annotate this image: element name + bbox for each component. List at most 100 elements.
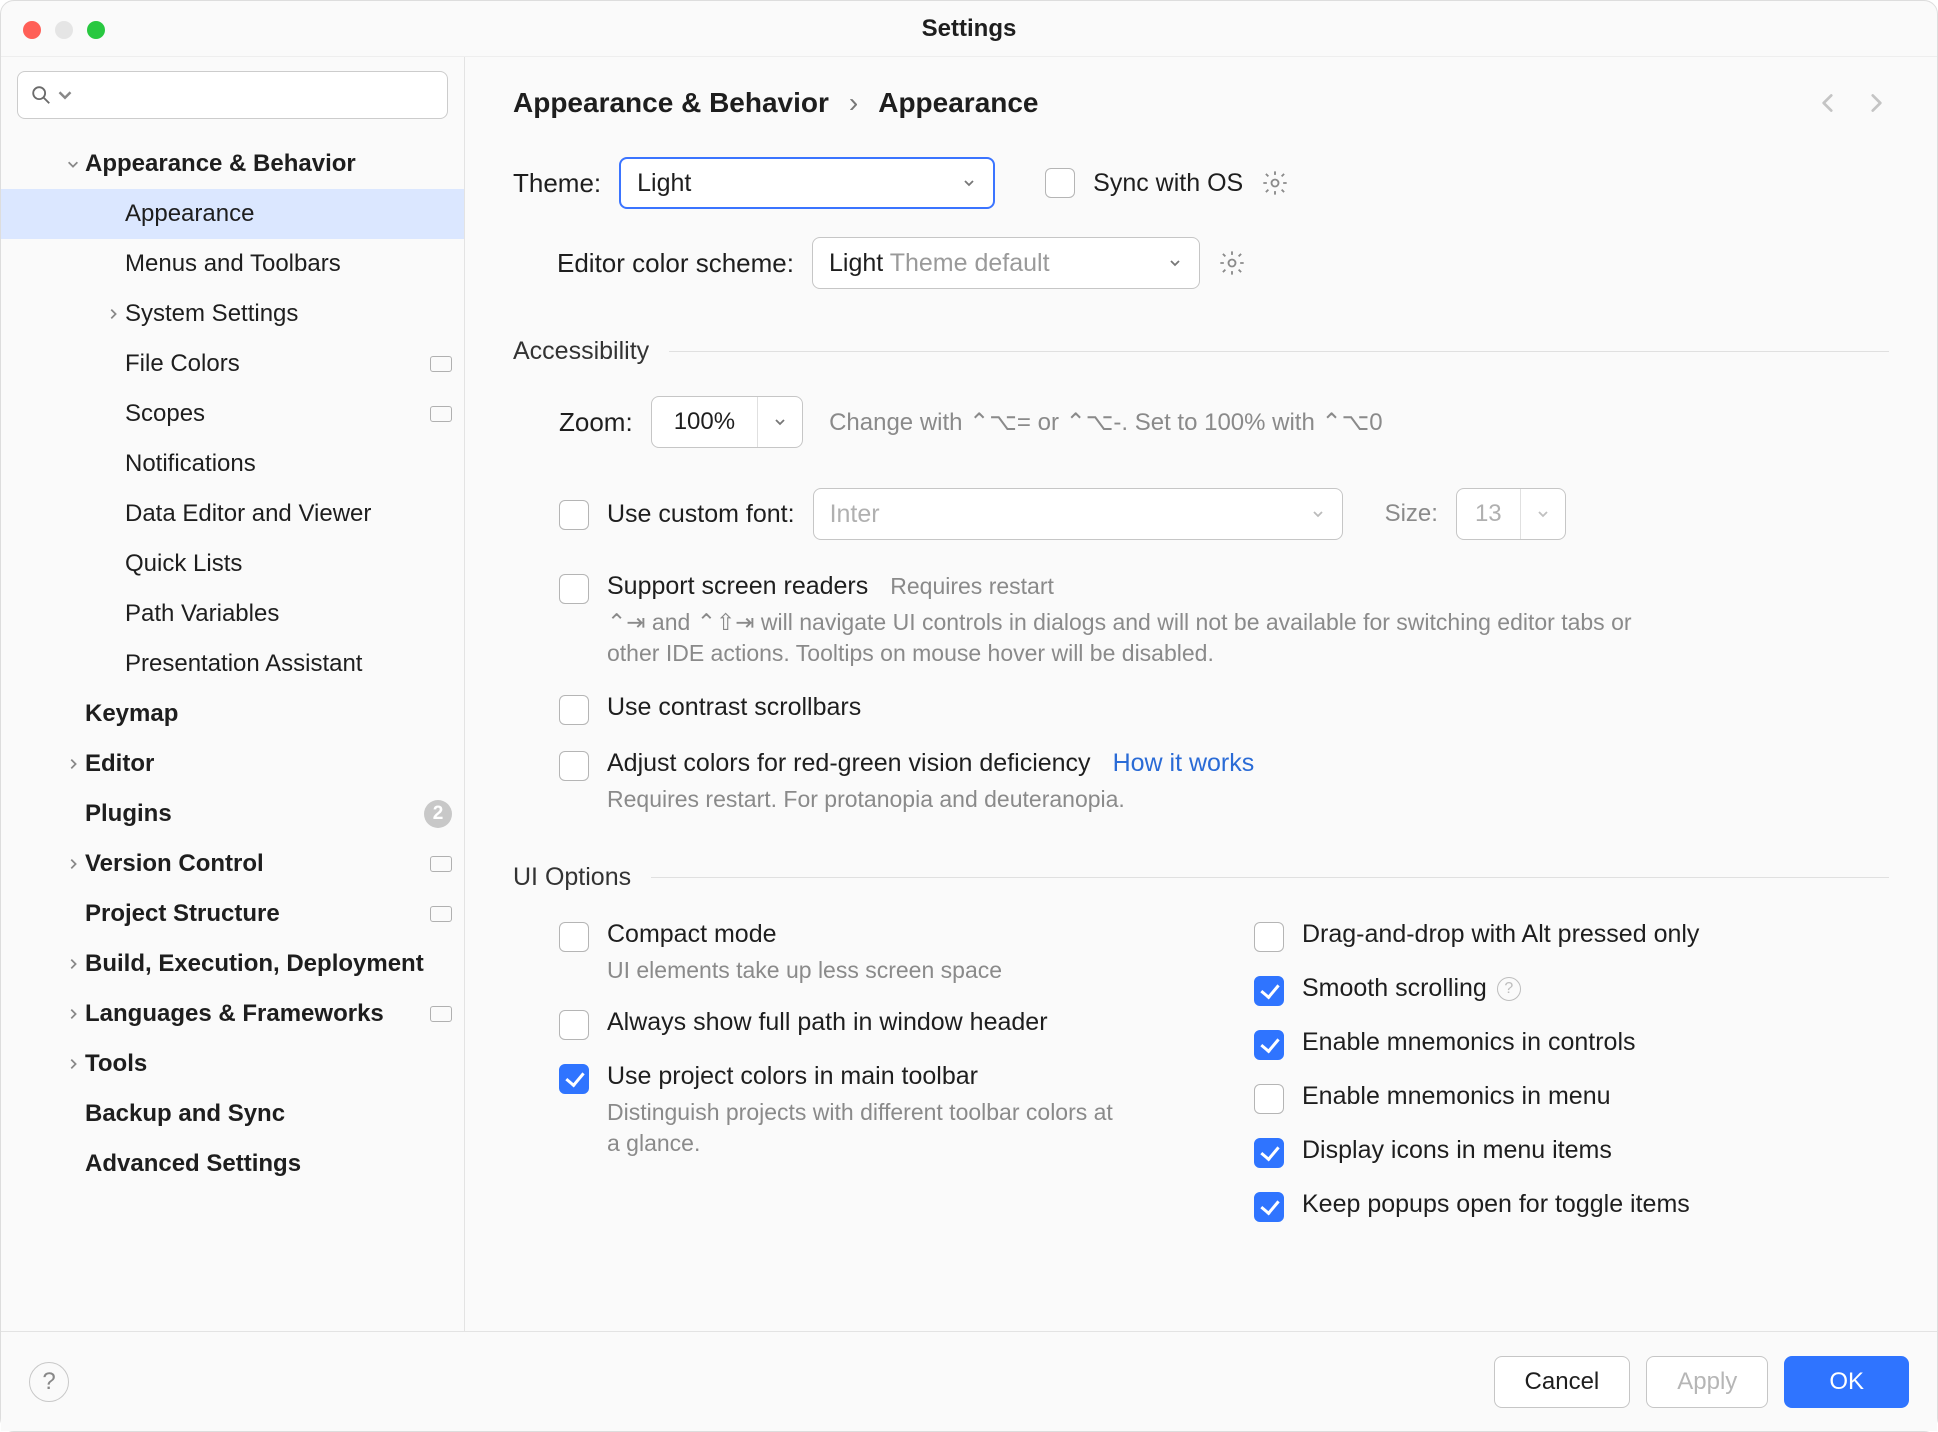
body: Appearance & Behavior Appearance Menus and…	[1, 57, 1937, 1331]
color-deficiency-link[interactable]: How it works	[1113, 749, 1255, 778]
window-title: Settings	[1, 15, 1937, 43]
sidebar-item-label: Appearance	[125, 200, 452, 228]
apply-button[interactable]: Apply	[1646, 1356, 1768, 1408]
ui-left-label-2: Use project colors in main toolbar	[607, 1062, 978, 1091]
screen-readers-desc: ⌃⇥ and ⌃⇧⇥ will navigate UI controls in …	[607, 607, 1687, 669]
sidebar-item-label: Keymap	[85, 700, 452, 728]
sidebar-item-label: Tools	[85, 1050, 452, 1078]
ui-right-checkbox-2[interactable]	[1254, 1030, 1284, 1060]
sidebar-item-system-settings[interactable]: System Settings	[1, 289, 464, 339]
color-deficiency-checkbox[interactable]	[559, 751, 589, 781]
color-deficiency-desc: Requires restart. For protanopia and deu…	[607, 784, 1254, 815]
info-icon[interactable]: ?	[1497, 977, 1521, 1001]
font-size-input[interactable]: 13	[1456, 488, 1566, 540]
sidebar-item-build-execution-deployment[interactable]: Build, Execution, Deployment	[1, 939, 464, 989]
sidebar-item-label: Notifications	[125, 450, 452, 478]
sidebar-item-scopes[interactable]: Scopes	[1, 389, 464, 439]
sidebar-item-label: Presentation Assistant	[125, 650, 452, 678]
sidebar-item-appearance-behavior[interactable]: Appearance & Behavior	[1, 139, 464, 189]
search-input[interactable]	[17, 71, 448, 119]
sidebar-item-project-structure[interactable]: Project Structure	[1, 889, 464, 939]
editor-scheme-label: Editor color scheme:	[557, 248, 794, 279]
settings-tree: Appearance & Behavior Appearance Menus and…	[1, 133, 464, 1331]
editor-scheme-select[interactable]: Light Theme default	[812, 237, 1200, 289]
ui-right-checkbox-4[interactable]	[1254, 1138, 1284, 1168]
chevron-down-icon	[961, 175, 977, 191]
zoom-select[interactable]: 100%	[651, 396, 803, 448]
theme-select[interactable]: Light	[619, 157, 995, 209]
project-scope-icon	[430, 356, 452, 372]
sidebar-item-keymap[interactable]: Keymap	[1, 689, 464, 739]
sync-os-label: Sync with OS	[1093, 169, 1243, 198]
custom-font-checkbox[interactable]	[559, 500, 589, 530]
sidebar-item-languages-frameworks[interactable]: Languages & Frameworks	[1, 989, 464, 1039]
back-icon[interactable]	[1815, 90, 1841, 116]
ui-right-checkbox-1[interactable]	[1254, 976, 1284, 1006]
sidebar-item-notifications[interactable]: Notifications	[1, 439, 464, 489]
sidebar-item-label: Editor	[85, 750, 452, 778]
cancel-button[interactable]: Cancel	[1494, 1356, 1631, 1408]
sidebar-item-label: File Colors	[125, 350, 422, 378]
traffic-lights	[23, 21, 105, 39]
sync-os-checkbox[interactable]	[1045, 168, 1075, 198]
sidebar-item-data-editor-and-viewer[interactable]: Data Editor and Viewer	[1, 489, 464, 539]
ui-left-checkbox-0[interactable]	[559, 922, 589, 952]
sidebar-item-label: Menus and Toolbars	[125, 250, 452, 278]
chevron-icon	[66, 157, 80, 171]
forward-icon[interactable]	[1863, 90, 1889, 116]
chevron-down-icon	[1310, 506, 1326, 522]
chevron-down-icon	[1167, 255, 1183, 271]
ui-right-checkbox-5[interactable]	[1254, 1192, 1284, 1222]
search-history-chevron-icon[interactable]	[54, 84, 76, 106]
contrast-scrollbars-checkbox[interactable]	[559, 695, 589, 725]
editor-scheme-gear-icon[interactable]	[1218, 249, 1246, 277]
badge-count: 2	[424, 800, 452, 828]
font-size-value: 13	[1457, 489, 1521, 539]
ui-left-checkbox-2[interactable]	[559, 1064, 589, 1094]
history-nav	[1815, 90, 1889, 116]
sidebar-item-label: Scopes	[125, 400, 422, 428]
sidebar-item-version-control[interactable]: Version Control	[1, 839, 464, 889]
sidebar-item-appearance[interactable]: Appearance	[1, 189, 464, 239]
ui-options-right: Drag-and-drop with Alt pressed onlySmoot…	[1254, 898, 1889, 1222]
sidebar-item-backup-and-sync[interactable]: Backup and Sync	[1, 1089, 464, 1139]
sidebar-item-plugins[interactable]: Plugins2	[1, 789, 464, 839]
close-window-button[interactable]	[23, 21, 41, 39]
zoom-window-button[interactable]	[87, 21, 105, 39]
sidebar-item-editor[interactable]: Editor	[1, 739, 464, 789]
ui-left-label-1: Always show full path in window header	[607, 1008, 1048, 1037]
minimize-window-button[interactable]	[55, 21, 73, 39]
screen-readers-checkbox[interactable]	[559, 574, 589, 604]
chevron-icon	[106, 307, 120, 321]
breadcrumb-root: Appearance & Behavior	[513, 87, 829, 119]
sidebar-item-quick-lists[interactable]: Quick Lists	[1, 539, 464, 589]
custom-font-select[interactable]: Inter	[813, 488, 1343, 540]
sidebar-item-label: Path Variables	[125, 600, 452, 628]
ok-button[interactable]: OK	[1784, 1356, 1909, 1408]
editor-scheme-suffix: Theme default	[890, 249, 1050, 277]
help-button[interactable]: ?	[29, 1362, 69, 1402]
zoom-label: Zoom:	[559, 407, 633, 438]
breadcrumb-leaf: Appearance	[878, 87, 1038, 119]
content: Theme: Light Sync with OS Editor color s…	[465, 137, 1937, 1331]
ui-left-checkbox-1[interactable]	[559, 1010, 589, 1040]
ui-left-label-0: Compact mode	[607, 920, 777, 949]
sidebar-item-tools[interactable]: Tools	[1, 1039, 464, 1089]
search-field[interactable]	[80, 82, 435, 108]
color-deficiency-label: Adjust colors for red-green vision defic…	[607, 749, 1091, 778]
project-scope-icon	[430, 1006, 452, 1022]
theme-gear-icon[interactable]	[1261, 169, 1289, 197]
sidebar-item-path-variables[interactable]: Path Variables	[1, 589, 464, 639]
sidebar-item-presentation-assistant[interactable]: Presentation Assistant	[1, 639, 464, 689]
sidebar-item-menus-and-toolbars[interactable]: Menus and Toolbars	[1, 239, 464, 289]
ui-left-desc-0: UI elements take up less screen space	[607, 955, 1002, 986]
zoom-value: 100%	[652, 397, 758, 447]
screen-readers-hint: Requires restart	[890, 573, 1054, 600]
ui-right-checkbox-0[interactable]	[1254, 922, 1284, 952]
ui-right-checkbox-3[interactable]	[1254, 1084, 1284, 1114]
contrast-scrollbars-label: Use contrast scrollbars	[607, 693, 861, 722]
ui-right-label-3: Enable mnemonics in menu	[1302, 1082, 1611, 1111]
sidebar-item-advanced-settings[interactable]: Advanced Settings	[1, 1139, 464, 1189]
sidebar-item-file-colors[interactable]: File Colors	[1, 339, 464, 389]
sidebar: Appearance & Behavior Appearance Menus and…	[1, 57, 465, 1331]
